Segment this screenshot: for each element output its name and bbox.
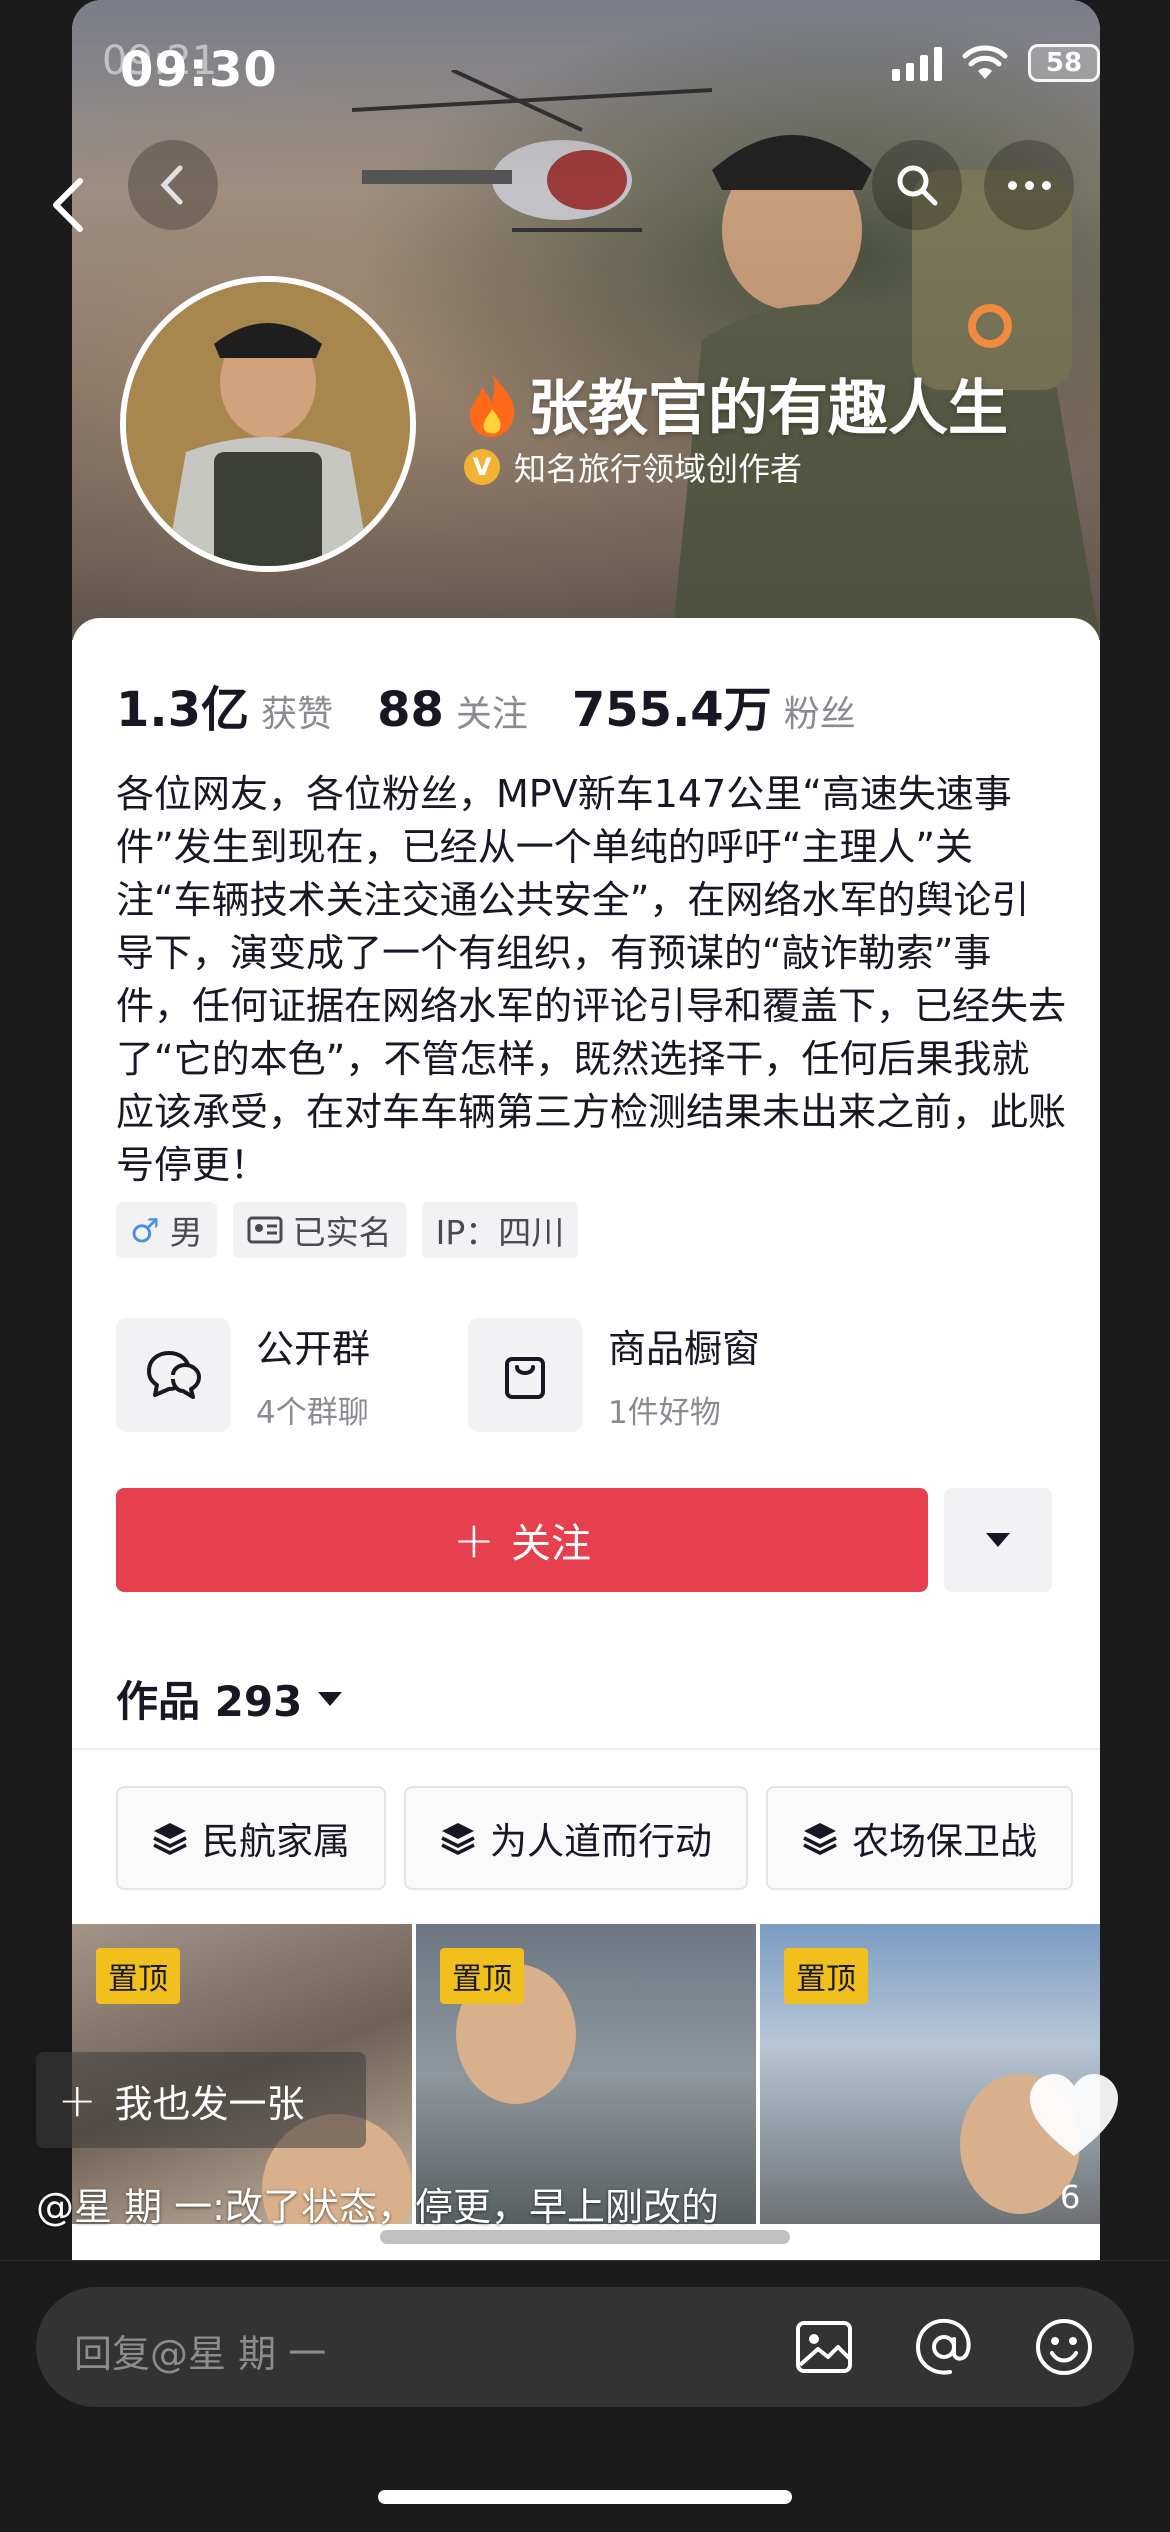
wifi-icon	[962, 45, 1008, 79]
profile-bio: 各位网友，各位粉丝，MPV新车147公里“高速失速事件”发生到现在，已经从一个单…	[116, 772, 1067, 1187]
verified-badge-icon: V	[464, 449, 500, 485]
shop-window-title: 商品橱窗	[608, 1327, 761, 1371]
like-count: 6	[1060, 2178, 1081, 2216]
reply-placeholder: 回复@星 期 一	[74, 2332, 327, 2376]
more-options-button[interactable]	[984, 140, 1074, 230]
follow-button[interactable]: + 关注	[116, 1488, 928, 1592]
emoji-icon[interactable]	[1032, 2315, 1096, 2379]
profile-stats: 1.3亿 获赞 88 关注 755.4万 粉丝	[116, 670, 856, 740]
layers-icon	[803, 1823, 837, 1855]
caret-down-icon	[318, 1691, 343, 1706]
collection-chip[interactable]: 农场保卫战	[766, 1786, 1073, 1890]
pinned-badge: 置顶	[440, 1948, 524, 2004]
plus-icon: +	[58, 2073, 97, 2127]
gender-label: 男	[169, 1213, 203, 1252]
recommend-dropdown-button[interactable]	[944, 1488, 1052, 1592]
avatar[interactable]	[120, 276, 416, 572]
status-icons: 58	[892, 44, 1100, 82]
battery-icon: 58	[1028, 44, 1100, 82]
avatar-photo	[126, 282, 410, 566]
likes-label: 获赞	[261, 694, 334, 735]
verification-row: V 知名旅行领域创作者	[464, 444, 802, 490]
search-icon	[897, 165, 938, 206]
status-time: 09:30	[120, 42, 278, 98]
layers-icon	[153, 1823, 187, 1855]
collection-label: 为人道而行动	[490, 1820, 712, 1863]
realname-tag: 已实名	[232, 1202, 406, 1258]
fire-icon	[470, 372, 515, 437]
verification-label: 知名旅行领域创作者	[514, 450, 803, 488]
status-bar: 09:30 58	[0, 0, 1170, 140]
profile-name-text: 张教官的有趣人生	[528, 374, 1008, 444]
followers-stat[interactable]: 755.4万 粉丝	[572, 670, 856, 740]
id-card-icon	[247, 1216, 283, 1244]
cellular-signal-icon	[892, 45, 942, 81]
collection-chip[interactable]: 民航家属	[116, 1786, 386, 1890]
ip-label: IP：四川	[435, 1213, 565, 1252]
realname-label: 已实名	[292, 1213, 392, 1252]
inner-back-button[interactable]	[128, 140, 218, 230]
pinned-badge: 置顶	[784, 1948, 868, 2004]
profile-screenshot[interactable]: 09:21 张教官的有趣人生 V 知名旅行领域创作者 1.3亿 获赞 88 关注…	[72, 0, 1100, 2260]
plus-icon: +	[453, 1511, 495, 1569]
gender-tag: ♂ 男	[116, 1202, 217, 1258]
collection-chip[interactable]: 为人道而行动	[404, 1786, 748, 1890]
likes-stat: 1.3亿 获赞	[116, 670, 333, 740]
followers-count: 755.4万	[571, 682, 772, 738]
collections-row: 民航家属 为人道而行动 农场保卫战	[116, 1786, 1073, 1890]
following-label: 关注	[455, 694, 528, 735]
post-too-button[interactable]: + 我也发一张	[36, 2052, 366, 2148]
followers-label: 粉丝	[783, 694, 856, 735]
dot-icon	[1007, 180, 1017, 190]
triangle-down-icon	[986, 1533, 1010, 1547]
public-group-entry[interactable]: 公开群 4个群聊	[116, 1318, 370, 1432]
image-icon[interactable]	[792, 2315, 856, 2379]
post-too-label: 我也发一张	[114, 2081, 305, 2126]
profile-name: 张教官的有趣人生	[462, 360, 1008, 447]
dot-icon	[1041, 180, 1051, 190]
following-count: 88	[377, 682, 444, 738]
profile-content: 1.3亿 获赞 88 关注 755.4万 粉丝 各位网友，各位粉丝，MPV新车1…	[72, 618, 1100, 2260]
public-group-title: 公开群	[256, 1327, 371, 1371]
pinned-badge: 置顶	[96, 1948, 180, 2004]
chat-bubbles-icon	[116, 1318, 230, 1432]
male-icon: ♂	[130, 1210, 160, 1250]
reply-input[interactable]: 回复@星 期 一	[36, 2287, 1134, 2407]
dot-icon	[1024, 180, 1034, 190]
following-stat[interactable]: 88 关注	[377, 682, 528, 738]
layers-icon	[441, 1823, 475, 1855]
ip-tag: IP：四川	[421, 1202, 579, 1258]
home-indicator	[378, 2490, 792, 2504]
comment-text: @星 期 一:改了状态，停更，早上刚改的	[36, 2185, 719, 2229]
chevron-left-icon	[160, 165, 183, 205]
back-arrow-icon[interactable]	[44, 175, 94, 235]
works-tab-label: 作品 293	[116, 1677, 303, 1726]
divider	[72, 1748, 1100, 1750]
collection-label: 民航家属	[202, 1820, 350, 1863]
live-indicator-icon[interactable]	[968, 304, 1012, 348]
scroll-indicator	[380, 2230, 790, 2244]
shop-window-entry[interactable]: 商品橱窗 1件好物	[468, 1318, 760, 1432]
public-group-count: 4个群聊	[256, 1395, 369, 1431]
likes-count: 1.3亿	[116, 682, 250, 738]
profile-tags: ♂ 男 已实名 IP：四川	[116, 1202, 579, 1258]
shop-window-count: 1件好物	[608, 1395, 721, 1431]
search-button[interactable]	[872, 140, 962, 230]
like-heart-icon[interactable]	[1026, 2070, 1122, 2160]
follow-label: 关注	[510, 1521, 591, 1567]
collection-label: 农场保卫战	[852, 1820, 1037, 1863]
shopping-bag-icon	[468, 1318, 582, 1432]
tab-works[interactable]: 作品 293	[116, 1668, 344, 1729]
mention-icon[interactable]	[912, 2315, 976, 2379]
